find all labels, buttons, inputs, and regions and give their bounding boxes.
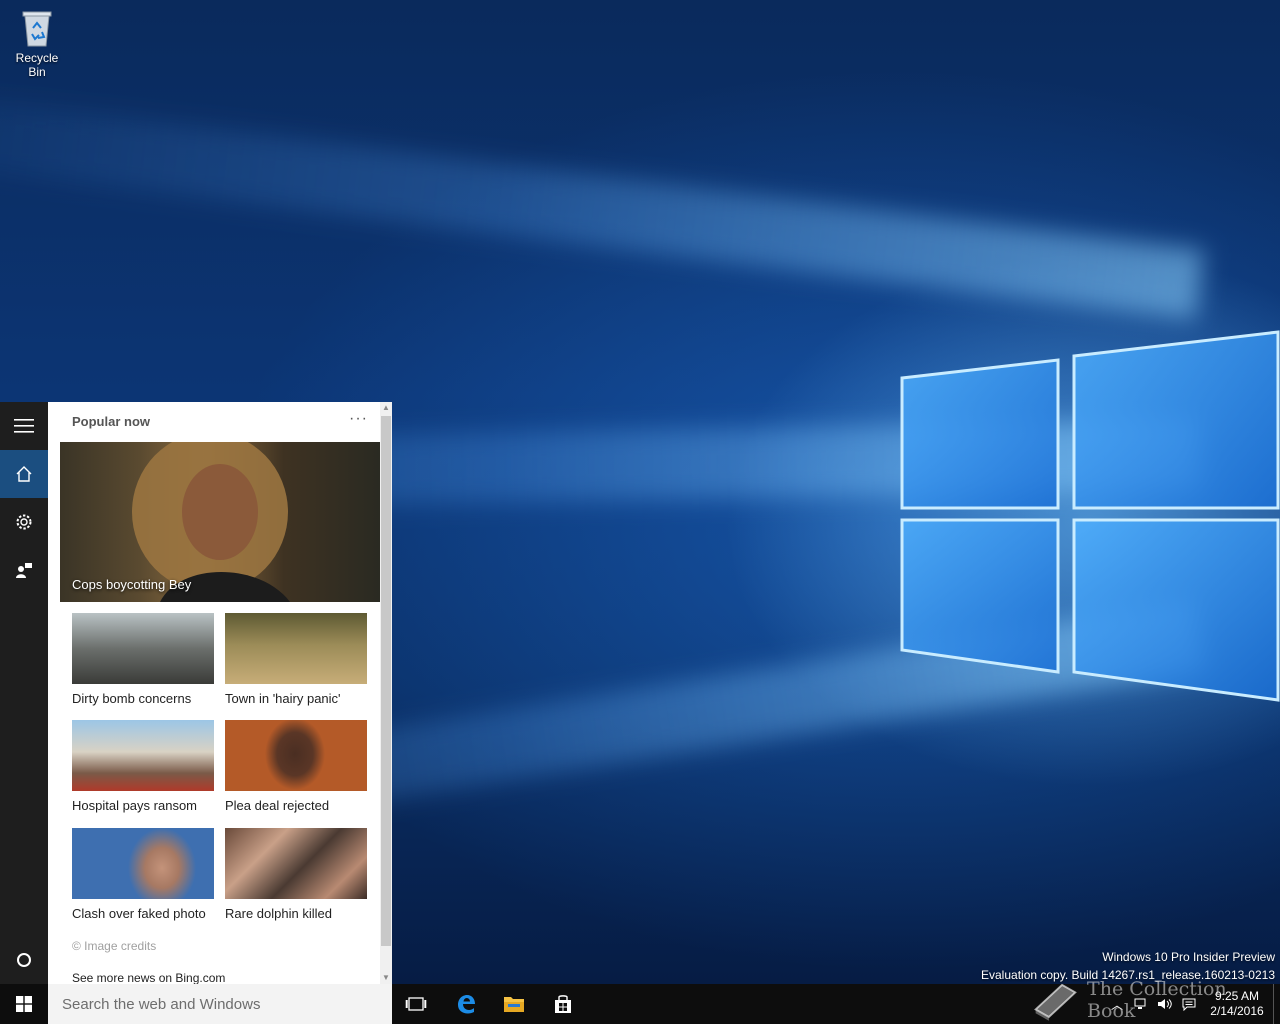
overlay-logo-text: The Collection Book: [1087, 978, 1227, 1022]
news-tile[interactable]: Hospital pays ransom: [72, 720, 214, 813]
news-tile[interactable]: Clash over faked photo: [72, 828, 214, 921]
scroll-up-icon[interactable]: ▲: [380, 402, 392, 414]
cortana-rail: [0, 402, 48, 984]
news-caption: Rare dolphin killed: [225, 906, 332, 921]
news-image: [225, 720, 367, 791]
news-image: [72, 720, 214, 791]
cortana-button[interactable]: [0, 936, 48, 984]
task-view-icon: [405, 997, 427, 1011]
file-explorer-button[interactable]: [490, 984, 538, 1024]
cortana-circle-icon: [17, 953, 31, 967]
cortana-scrollbar[interactable]: ▲ ▼: [380, 402, 392, 984]
desktop-icon-recycle-bin[interactable]: Recycle Bin: [6, 8, 68, 79]
section-title: Popular now: [72, 414, 150, 429]
news-tile[interactable]: Plea deal rejected: [225, 720, 367, 813]
news-image: [225, 828, 367, 899]
watermark-edition: Windows 10 Pro Insider Preview: [1102, 950, 1275, 964]
book-icon: [1034, 983, 1077, 1021]
news-tile[interactable]: Town in 'hairy panic': [225, 613, 367, 706]
cortana-content: Popular now ··· Cops boycotting Bey Dirt…: [48, 402, 380, 984]
home-button[interactable]: [0, 450, 48, 498]
edge-button[interactable]: [442, 984, 490, 1024]
store-icon: [555, 995, 571, 1013]
file-explorer-icon: [504, 997, 524, 1012]
scroll-down-icon[interactable]: ▼: [380, 972, 392, 984]
news-image: [72, 613, 214, 684]
start-button[interactable]: [0, 984, 48, 1024]
store-button[interactable]: [539, 984, 587, 1024]
hero-news-card[interactable]: Cops boycotting Bey: [60, 442, 380, 602]
news-image: [225, 613, 367, 684]
overlay-logo: The Collection Book: [1030, 976, 1270, 1024]
news-image: [72, 828, 214, 899]
see-more-news-link[interactable]: See more news on Bing.com: [72, 971, 225, 984]
show-desktop-button[interactable]: [1273, 984, 1280, 1024]
news-caption: Dirty bomb concerns: [72, 691, 192, 706]
cortana-panel: Popular now ··· Cops boycotting Bey Dirt…: [0, 402, 392, 984]
windows-start-icon: [16, 996, 32, 1012]
news-caption: Plea deal rejected: [225, 798, 330, 813]
hamburger-menu-button[interactable]: [0, 402, 48, 450]
news-tile[interactable]: Rare dolphin killed: [225, 828, 367, 921]
image-credits-link[interactable]: © Image credits: [72, 939, 156, 953]
more-options-button[interactable]: ···: [349, 410, 368, 428]
settings-icon: [16, 514, 32, 530]
settings-button[interactable]: [0, 498, 48, 546]
hero-caption: Cops boycotting Bey: [72, 577, 192, 592]
news-tile[interactable]: Dirty bomb concerns: [72, 613, 214, 706]
search-input[interactable]: [60, 994, 384, 1014]
hamburger-menu-icon: [14, 419, 34, 433]
feedback-icon: [16, 563, 32, 578]
news-caption: Hospital pays ransom: [72, 798, 197, 813]
scroll-thumb[interactable]: [381, 416, 391, 946]
task-view-button[interactable]: [392, 984, 440, 1024]
recycle-bin-icon: [20, 8, 54, 48]
home-icon: [16, 466, 32, 482]
news-caption: Town in 'hairy panic': [225, 691, 341, 706]
edge-icon: [458, 995, 475, 1014]
news-caption: Clash over faked photo: [72, 906, 206, 921]
feedback-button[interactable]: [0, 546, 48, 594]
desktop-icon-label: Recycle Bin: [15, 51, 59, 79]
taskbar-search-box[interactable]: [48, 984, 392, 1024]
